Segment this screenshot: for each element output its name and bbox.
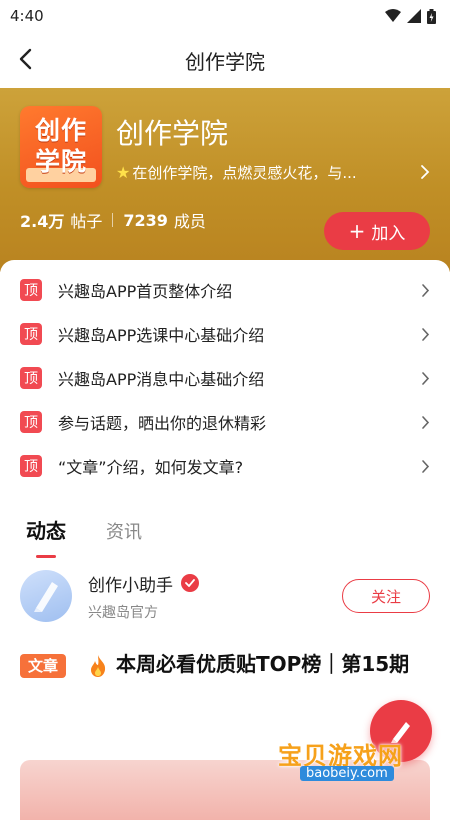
pinned-item[interactable]: 顶 兴趣岛APP首页整体介绍 bbox=[0, 268, 450, 312]
status-bar: 4:40 bbox=[0, 0, 450, 32]
nav-bar: 创作学院 bbox=[0, 32, 450, 88]
post-title-row[interactable]: 文章 本周必看优质贴TOP榜｜第15期 bbox=[0, 640, 450, 688]
pinned-badge: 顶 bbox=[20, 455, 42, 477]
pinned-item[interactable]: 顶 “文章”介绍，如何发文章? bbox=[0, 444, 450, 488]
battery-icon bbox=[427, 8, 436, 24]
circle-logo: 创作学院 bbox=[20, 106, 102, 188]
pinned-badge: 顶 bbox=[20, 323, 42, 345]
pinned-item[interactable]: 顶 兴趣岛APP选课中心基础介绍 bbox=[0, 312, 450, 356]
circle-header: 创作学院 创作学院 ★ 在创作学院，点燃灵感火花，与... 2.4万 帖子 72… bbox=[0, 88, 450, 272]
members-count: 7239 bbox=[123, 210, 168, 230]
logo-text: 创作学院 bbox=[34, 116, 87, 176]
circle-description-link[interactable]: ★ 在创作学院，点燃灵感火花，与... bbox=[116, 162, 430, 183]
tab-feed[interactable]: 动态 bbox=[26, 515, 66, 544]
flame-icon bbox=[91, 654, 106, 677]
tab-news[interactable]: 资讯 bbox=[106, 518, 142, 544]
stats-divider bbox=[112, 213, 114, 227]
chevron-right-icon bbox=[422, 459, 430, 473]
join-label: 加入 bbox=[371, 223, 406, 244]
status-time: 4:40 bbox=[10, 7, 44, 25]
avatar[interactable] bbox=[20, 570, 72, 622]
posts-label: 帖子 bbox=[70, 212, 103, 231]
post-title: 本周必看优质贴TOP榜｜第15期 bbox=[116, 652, 410, 676]
pinned-badge: 顶 bbox=[20, 367, 42, 389]
chevron-left-icon bbox=[19, 48, 32, 70]
star-icon: ★ bbox=[116, 162, 131, 182]
back-button[interactable] bbox=[10, 44, 40, 74]
chevron-right-icon bbox=[422, 371, 430, 385]
pinned-list: 顶 兴趣岛APP首页整体介绍 顶 兴趣岛APP选课中心基础介绍 顶 兴趣岛APP… bbox=[0, 268, 450, 488]
join-button[interactable]: + 加入 bbox=[324, 212, 430, 250]
verified-icon bbox=[181, 574, 199, 592]
page-title: 创作学院 bbox=[185, 49, 265, 74]
pinned-item-title: 兴趣岛APP消息中心基础介绍 bbox=[58, 370, 265, 389]
author-subtitle: 兴趣岛官方 bbox=[88, 604, 158, 621]
circle-description: 在创作学院，点燃灵感火花，与... bbox=[132, 163, 357, 182]
wifi-icon bbox=[385, 9, 401, 22]
pen-avatar-icon bbox=[34, 582, 58, 612]
plus-icon: + bbox=[348, 219, 366, 243]
author-name[interactable]: 创作小助手 bbox=[88, 571, 173, 596]
members-label: 成员 bbox=[173, 212, 206, 231]
feed-tabs: 动态 资讯 bbox=[0, 504, 450, 544]
pinned-badge: 顶 bbox=[20, 279, 42, 301]
chevron-right-icon bbox=[422, 283, 430, 297]
chevron-right-icon bbox=[422, 415, 430, 429]
content-panel: 顶 兴趣岛APP首页整体介绍 顶 兴趣岛APP选课中心基础介绍 顶 兴趣岛APP… bbox=[0, 260, 450, 688]
pinned-item-title: 兴趣岛APP首页整体介绍 bbox=[58, 282, 233, 301]
follow-button[interactable]: 关注 bbox=[342, 579, 430, 613]
post-type-tag: 文章 bbox=[20, 653, 67, 678]
pinned-item[interactable]: 顶 参与话题，晒出你的退休精彩 bbox=[0, 400, 450, 444]
post-author: 创作小助手 兴趣岛官方 关注 bbox=[0, 568, 450, 624]
pinned-badge: 顶 bbox=[20, 411, 42, 433]
circle-title: 创作学院 bbox=[116, 116, 229, 150]
chevron-right-icon bbox=[421, 165, 430, 179]
pinned-item-title: 兴趣岛APP选课中心基础介绍 bbox=[58, 326, 265, 345]
signal-icon bbox=[407, 9, 421, 23]
pinned-item[interactable]: 顶 兴趣岛APP消息中心基础介绍 bbox=[0, 356, 450, 400]
chevron-right-icon bbox=[422, 327, 430, 341]
pinned-item-title: “文章”介绍，如何发文章? bbox=[58, 458, 244, 477]
watermark-url: baobeiy.com bbox=[300, 766, 394, 781]
pinned-item-title: 参与话题，晒出你的退休精彩 bbox=[58, 414, 267, 433]
posts-count: 2.4万 bbox=[20, 212, 65, 231]
status-icons bbox=[385, 8, 436, 24]
